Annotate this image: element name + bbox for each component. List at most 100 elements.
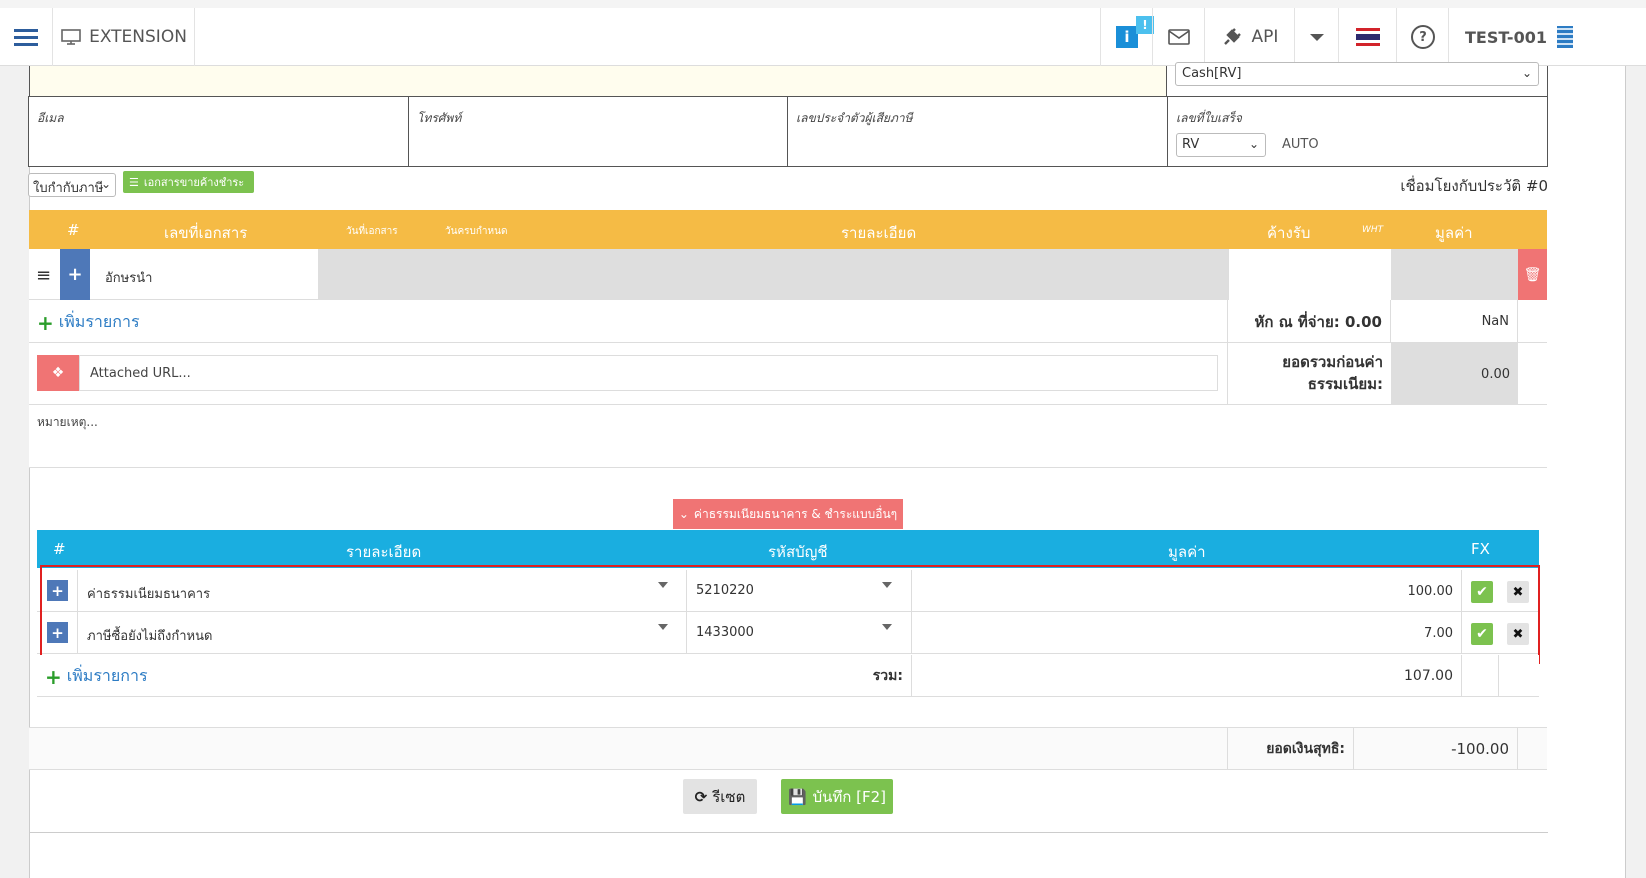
browser-top-strip <box>0 0 1646 8</box>
chevron-down-icon: ⌄ <box>1248 137 1259 151</box>
fees-toggle-button[interactable]: ⌄ ค่าธรรมเนียมธนาคาร & ชำระแบบอื่นๆ <box>673 499 903 529</box>
top-navbar: EXTENSION i ! API ? TEST-001 <box>0 8 1646 66</box>
fees-total-label: รวม: <box>687 655 912 697</box>
building-icon <box>1556 26 1573 48</box>
taxid-field[interactable]: เลขประจำตัวผู้เสียภาษี <box>788 97 1168 166</box>
language-button[interactable] <box>1338 8 1397 66</box>
phone-field[interactable]: โทรศัพท์ <box>409 97 788 166</box>
prefix-input[interactable]: อักษรนำ <box>105 267 152 288</box>
email-label: อีเมล <box>37 111 64 125</box>
info-button[interactable]: i ! <box>1100 8 1154 66</box>
fee-account-select[interactable]: 5210220 <box>687 570 912 612</box>
save-icon: 💾 <box>787 787 807 806</box>
refresh-icon: ⟳ <box>694 787 708 806</box>
fees-col-header-account: รหัสบัญชี <box>768 543 828 561</box>
history-link[interactable]: เชื่อมโยงกับประวัติ #0 <box>1300 174 1548 198</box>
fees-table-header: # รายละเอียด รหัสบัญชี มูลค่า FX <box>37 530 1539 568</box>
menu-icon <box>14 35 38 39</box>
email-field[interactable]: อีเมล <box>29 97 409 166</box>
extension-label: EXTENSION <box>89 27 187 47</box>
caret-down-icon <box>882 582 892 588</box>
net-total-row: ยอดเงินสุทธิ: -100.00 <box>29 727 1547 770</box>
outstanding-docs-label: เอกสารขายค้างชำระ <box>143 176 245 189</box>
fee-row-add-button[interactable]: + <box>47 622 68 643</box>
fee-value-input[interactable]: 7.00 <box>912 612 1462 654</box>
add-item-row: + เพิ่มรายการ หัก ณ ที่จ่าย: 0.00 NaN <box>29 300 1547 343</box>
save-button[interactable]: 💾 บันทึก [F2] <box>781 779 893 814</box>
net-total-label: ยอดเงินสุทธิ: <box>1227 728 1353 769</box>
caret-down-icon <box>882 624 892 630</box>
fee-detail-value: ค่าธรรมเนียมธนาคาร <box>87 587 211 602</box>
dropdown-button[interactable] <box>1294 8 1339 66</box>
col-header-receivable: ค้างรับ <box>1267 224 1311 242</box>
withholding-value: NaN <box>1391 300 1518 343</box>
receipt-number-cell: เลขที่ใบเสร็จ RV ⌄ AUTO <box>1168 97 1547 166</box>
save-label: บันทึก [F2] <box>812 787 887 806</box>
add-item-link[interactable]: + เพิ่มรายการ <box>37 310 140 335</box>
document-type-select[interactable]: ใบกำกับภาษี ⌄ <box>28 173 116 197</box>
col-header-doc-no: เลขที่เอกสาร <box>164 224 248 242</box>
add-row-plus-button[interactable]: + <box>60 249 90 300</box>
fee-account-select[interactable]: 1433000 <box>687 612 912 654</box>
api-label: API <box>1251 27 1279 47</box>
payment-cell: Cash[RV] ⌄ <box>1167 62 1548 97</box>
fee-value-input[interactable]: 100.00 <box>912 570 1462 612</box>
remove-fee-button[interactable]: ✖ <box>1507 623 1529 645</box>
payment-method-value: Cash[RV] <box>1182 66 1242 81</box>
subtotal-value: 0.00 <box>1391 343 1518 405</box>
attached-url-input[interactable]: Attached URL... <box>79 355 1218 391</box>
plus-icon: + <box>37 310 54 335</box>
phone-label: โทรศัพท์ <box>417 111 462 125</box>
detail-cell <box>318 249 1228 300</box>
fees-col-header-value: มูลค่า <box>1168 543 1206 561</box>
plug-icon <box>1223 28 1241 45</box>
user-code: TEST-001 <box>1465 27 1547 47</box>
net-total-value: -100.00 <box>1353 728 1518 769</box>
fees-total-value: 107.00 <box>912 655 1462 697</box>
fee-account-value: 5210220 <box>696 583 754 598</box>
chevron-down-icon <box>1310 33 1324 41</box>
delete-row-button[interactable]: 🗑 <box>1518 249 1547 300</box>
col-header-detail: รายละเอียด <box>841 224 917 242</box>
dropbox-icon: ❖ <box>51 365 65 381</box>
extension-button[interactable]: EXTENSION <box>52 8 195 66</box>
outstanding-docs-button[interactable]: ☰ เอกสารขายค้างชำระ <box>123 171 254 193</box>
check-icon[interactable]: ✔ <box>1471 581 1493 603</box>
fee-detail-select[interactable]: ค่าธรรมเนียมธนาคาร <box>77 570 687 612</box>
reset-label: รีเซต <box>712 787 746 806</box>
receivable-input[interactable] <box>1228 249 1391 300</box>
fees-add-item-link[interactable]: + เพิ่มรายการ <box>45 664 148 689</box>
dropbox-button[interactable]: ❖ <box>37 355 79 391</box>
envelope-icon <box>1168 29 1190 45</box>
receipt-prefix-select[interactable]: RV ⌄ <box>1176 133 1266 157</box>
table-row: ≡ + อักษรนำ 🗑 <box>29 249 1547 300</box>
note-textarea[interactable]: หมายเหตุ... <box>29 405 1547 468</box>
reset-button[interactable]: ⟳ รีเซต <box>683 779 757 814</box>
payment-method-select[interactable]: Cash[RV] ⌄ <box>1175 62 1539 86</box>
fees-col-header-fx: FX <box>1471 540 1490 558</box>
receipt-number-label: เลขที่ใบเสร็จ <box>1176 111 1242 125</box>
fee-row-1: + ค่าธรรมเนียมธนาคาร 5210220 100.00 ✔ ✖ <box>37 570 1539 612</box>
help-button[interactable]: ? <box>1396 8 1449 66</box>
address-textarea[interactable] <box>29 66 1167 97</box>
items-table-header: # เลขที่เอกสาร วันที่เอกสาร วันครบกำหนด … <box>29 210 1547 249</box>
drag-handle-icon[interactable]: ≡ <box>36 265 51 286</box>
fee-detail-select[interactable]: ภาษีซื้อยังไม่ถึงกำหนด <box>77 612 687 654</box>
document-type-value: ใบกำกับภาษี <box>33 181 104 196</box>
monitor-icon <box>61 29 81 45</box>
fee-row-2: + ภาษีซื้อยังไม่ถึงกำหนด 1433000 7.00 ✔ … <box>37 612 1539 654</box>
fee-row-add-button[interactable]: + <box>47 580 68 601</box>
col-header-doc-date: วันที่เอกสาร <box>346 226 398 237</box>
check-icon[interactable]: ✔ <box>1471 623 1493 645</box>
mail-button[interactable] <box>1152 8 1205 66</box>
chevron-down-icon: ⌄ <box>100 177 111 191</box>
api-button[interactable]: API <box>1204 8 1295 66</box>
hamburger-menu-button[interactable] <box>0 8 52 66</box>
fee-account-value: 1433000 <box>696 625 754 640</box>
receipt-auto-text: AUTO <box>1282 137 1319 152</box>
user-button[interactable]: TEST-001 <box>1448 8 1646 66</box>
withholding-label: หัก ณ ที่จ่าย: 0.00 <box>1227 300 1391 343</box>
remove-fee-button[interactable]: ✖ <box>1507 581 1529 603</box>
question-icon: ? <box>1411 25 1435 49</box>
divider <box>1498 655 1499 697</box>
